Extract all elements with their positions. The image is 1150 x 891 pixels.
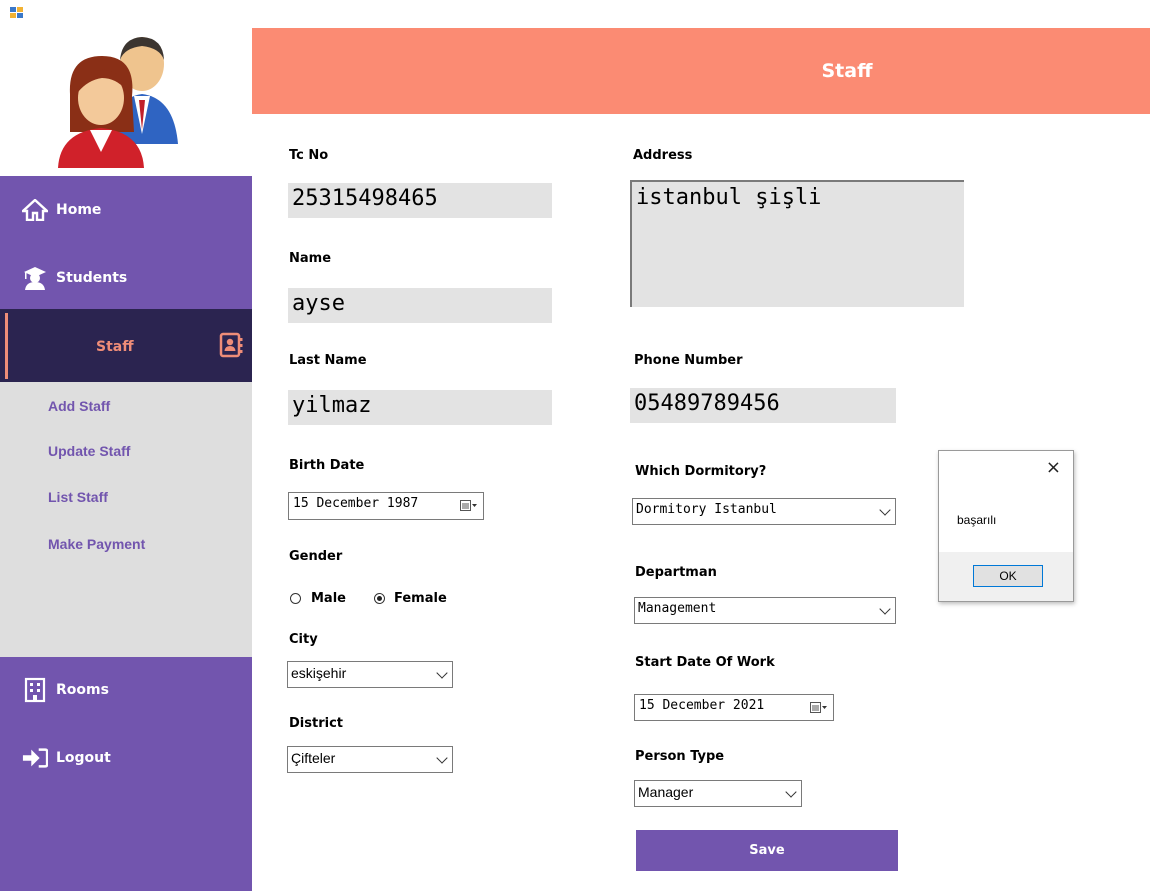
birth-date-picker[interactable]: 15 December 1987 — [288, 492, 484, 520]
calendar-dropdown-icon[interactable] — [460, 500, 478, 516]
phone-input[interactable]: 05489789456 — [630, 388, 896, 423]
sidebar-item-label: Rooms — [56, 682, 109, 698]
last-name-label: Last Name — [289, 353, 367, 368]
district-label: District — [289, 716, 343, 731]
chevron-down-icon — [879, 603, 891, 615]
tc-no-label: Tc No — [289, 148, 329, 163]
sidebar-item-label: Students — [56, 270, 128, 286]
gender-male-radio[interactable] — [290, 593, 301, 604]
dialog-message: başarılı — [957, 513, 997, 527]
gender-female-label: Female — [394, 591, 447, 606]
page-title: Staff — [821, 60, 873, 82]
submenu-update-staff[interactable]: Update Staff — [48, 443, 130, 459]
sidebar-submenu — [0, 382, 252, 657]
city-label: City — [289, 632, 318, 647]
chevron-down-icon — [879, 504, 891, 516]
dormitory-value: Dormitory Istanbul — [636, 502, 777, 517]
department-label: Departman — [635, 565, 717, 580]
city-select[interactable]: eskişehir — [287, 661, 453, 688]
start-date-value: 15 December 2021 — [639, 698, 765, 713]
submenu-make-payment[interactable]: Make Payment — [48, 536, 145, 552]
person-type-select[interactable]: Manager — [634, 780, 802, 807]
close-icon[interactable]: × — [1046, 457, 1061, 478]
chevron-down-icon — [436, 667, 448, 679]
building-icon — [22, 677, 48, 703]
sidebar-item-home[interactable]: Home — [22, 197, 101, 223]
sidebar-item-label: Home — [56, 202, 102, 218]
app-window-icon — [10, 4, 24, 18]
dormitory-label: Which Dormitory? — [635, 464, 767, 479]
district-value: Çifteler — [291, 750, 336, 766]
sidebar-item-staff[interactable]: Staff — [0, 309, 252, 382]
sidebar-item-label: Staff — [96, 339, 134, 355]
department-value: Management — [638, 601, 717, 616]
start-date-label: Start Date Of Work — [635, 655, 775, 670]
message-dialog: × başarılı OK — [938, 450, 1074, 602]
birth-date-value: 15 December 1987 — [293, 496, 419, 511]
start-date-picker[interactable]: 15 December 2021 — [634, 694, 834, 721]
district-select[interactable]: Çifteler — [287, 746, 453, 773]
dormitory-select[interactable]: Dormitory Istanbul — [632, 498, 896, 525]
submenu-add-staff[interactable]: Add Staff — [48, 398, 110, 414]
person-type-label: Person Type — [635, 749, 725, 764]
birth-date-label: Birth Date — [289, 458, 365, 473]
contact-book-icon — [219, 332, 243, 362]
home-icon — [22, 197, 48, 223]
department-select[interactable]: Management — [634, 597, 896, 624]
gender-male-label: Male — [311, 591, 346, 606]
name-label: Name — [289, 251, 332, 266]
gender-label: Gender — [289, 549, 343, 564]
ok-button[interactable]: OK — [973, 565, 1043, 587]
address-label: Address — [633, 148, 693, 163]
address-textarea[interactable]: istanbul şişli — [630, 180, 964, 307]
tc-no-input[interactable]: 25315498465 — [288, 183, 552, 218]
person-type-value: Manager — [638, 784, 694, 800]
submenu-list-staff[interactable]: List Staff — [48, 489, 108, 505]
staff-logo — [50, 34, 200, 174]
logout-icon — [22, 745, 48, 771]
sidebar-item-logout[interactable]: Logout — [22, 745, 111, 771]
graduate-icon — [22, 265, 48, 291]
sidebar-item-label: Logout — [56, 750, 111, 766]
calendar-dropdown-icon[interactable] — [810, 702, 828, 718]
sidebar-item-rooms[interactable]: Rooms — [22, 677, 109, 703]
gender-female-radio[interactable] — [374, 593, 385, 604]
name-input[interactable]: ayse — [288, 288, 552, 323]
last-name-input[interactable]: yilmaz — [288, 390, 552, 425]
city-value: eskişehir — [291, 665, 347, 681]
sidebar-item-students[interactable]: Students — [22, 265, 127, 291]
phone-label: Phone Number — [634, 353, 743, 368]
chevron-down-icon — [785, 786, 797, 798]
chevron-down-icon — [436, 752, 448, 764]
save-button[interactable]: Save — [636, 830, 898, 871]
